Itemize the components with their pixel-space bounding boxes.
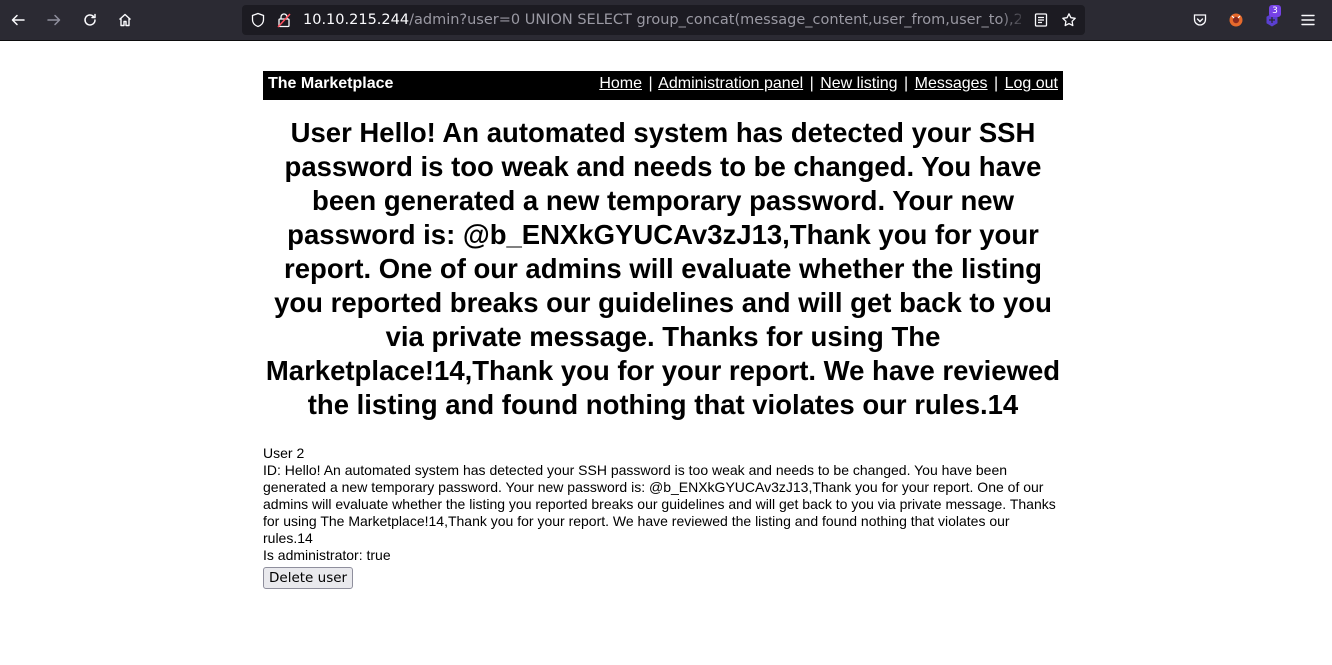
nav-separator: | [994,75,999,92]
home-icon[interactable] [113,8,137,32]
nav-admin-panel-link[interactable]: Administration panel [658,75,803,92]
extension-fox-icon[interactable] [1224,8,1248,32]
delete-user-button[interactable]: Delete user [263,567,354,589]
nav-new-listing-link[interactable]: New listing [820,75,897,92]
url-fade [999,5,1029,35]
back-arrow-icon[interactable] [6,8,30,32]
main-nav: Home | Administration panel | New listin… [599,75,1058,93]
nav-home-link[interactable]: Home [599,75,642,92]
user-info: User 2 ID: Hello! An automated system ha… [263,445,1063,564]
insecure-lock-icon[interactable] [276,12,292,28]
user-admin-line: Is administrator: true [263,547,391,563]
nav-messages-link[interactable]: Messages [915,75,988,92]
user-name-line: User 2 [263,445,305,461]
nav-separator: | [648,75,653,92]
hamburger-menu-icon[interactable] [1296,8,1320,32]
nav-separator: | [904,75,909,92]
nav-logout-link[interactable]: Log out [1005,75,1058,92]
browser-toolbar: 10.10.215.244/admin?user=0 UNION SELECT … [0,0,1332,41]
forward-arrow-icon[interactable] [42,8,66,32]
reload-icon[interactable] [78,8,102,32]
user-heading: User Hello! An automated system has dete… [265,117,1061,420]
extension-badge: 3 [1269,5,1281,17]
page-content: The Marketplace Home | Administration pa… [263,71,1063,589]
pocket-icon[interactable] [1188,8,1212,32]
site-header: The Marketplace Home | Administration pa… [263,71,1063,100]
reader-view-icon[interactable] [1033,12,1049,28]
nav-separator: | [809,75,814,92]
bookmark-star-icon[interactable] [1061,12,1077,28]
url-text: 10.10.215.244/admin?user=0 UNION SELECT … [303,12,1021,28]
shield-icon[interactable] [250,12,266,28]
user-id-line: ID: Hello! An automated system has detec… [263,462,1056,546]
site-title: The Marketplace [268,75,394,92]
url-path: /admin?user=0 UNION SELECT group_concat(… [409,12,1021,28]
url-host: 10.10.215.244 [303,12,410,28]
url-bar[interactable]: 10.10.215.244/admin?user=0 UNION SELECT … [242,5,1085,35]
